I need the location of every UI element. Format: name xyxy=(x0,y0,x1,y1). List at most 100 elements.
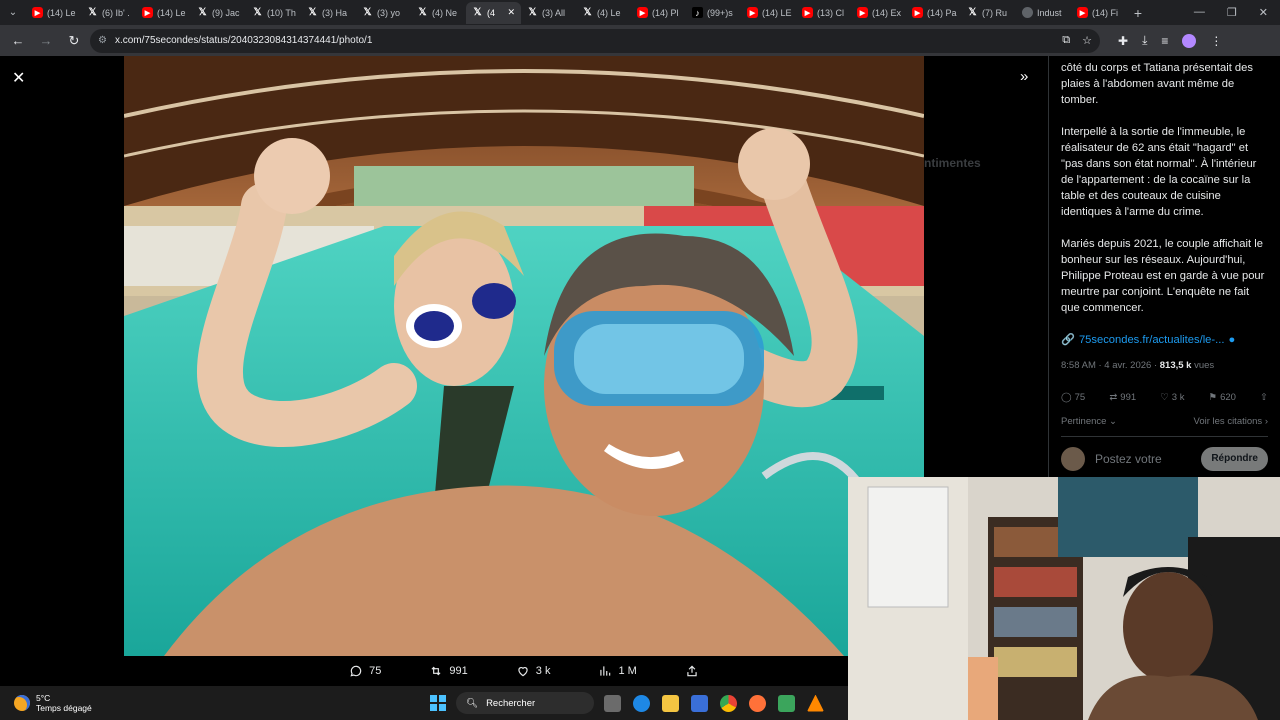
browser-tab[interactable]: 𝕏 (4) Le xyxy=(576,2,631,24)
tab-label: (14) Ex xyxy=(872,7,902,18)
ghost-heading: ntimentes xyxy=(924,156,981,170)
sort-label: Pertinence xyxy=(1061,416,1107,427)
youtube-icon: ▶ xyxy=(1077,7,1088,18)
browser-tab[interactable]: ▶ (14) Le xyxy=(136,2,191,24)
weather-temp: 5°C xyxy=(36,693,51,703)
browser-tab[interactable]: ▶ (14) Fi xyxy=(1071,2,1126,24)
browser-tab[interactable]: 𝕏 (3) All xyxy=(521,2,576,24)
like-action[interactable]: 3 k xyxy=(516,664,550,678)
close-window-icon[interactable]: ✕ xyxy=(1259,6,1268,19)
file-explorer-icon[interactable] xyxy=(662,694,679,712)
tab-label: (14) Fi xyxy=(1092,7,1119,18)
install-icon[interactable]: ⧉ xyxy=(1062,34,1070,47)
webcam-overlay xyxy=(848,477,1280,720)
reply-stat[interactable]: ◯ 75 xyxy=(1061,390,1085,406)
article-link[interactable]: 🔗 75secondes.fr/actualites/le-... ● xyxy=(1061,332,1268,348)
weather-icon xyxy=(14,695,30,711)
tab-label: (6) Ib' . xyxy=(102,7,130,18)
collapse-panel-icon[interactable]: » xyxy=(1020,68,1028,85)
youtube-icon: ▶ xyxy=(747,7,758,18)
tab-label: (7) Ru xyxy=(982,7,1008,18)
taskbar-search[interactable]: 🔍︎ Rechercher xyxy=(456,692,594,714)
forward-icon[interactable]: → xyxy=(34,29,58,53)
chrome-icon[interactable] xyxy=(720,694,737,712)
tiktok-icon: ♪ xyxy=(692,7,703,18)
vlc-icon[interactable] xyxy=(807,694,824,712)
tab-label: (9) Jac xyxy=(212,7,240,18)
like-stat[interactable]: ♡ 3 k xyxy=(1160,390,1184,406)
reload-icon[interactable]: ↻ xyxy=(62,29,86,53)
browser-tab[interactable]: ♪ (99+)s xyxy=(686,2,741,24)
views-count: 813,5 k xyxy=(1159,360,1192,371)
reply-composer: Postez votre Répondre xyxy=(1061,447,1268,471)
store-icon[interactable] xyxy=(691,694,708,712)
browser-tab[interactable]: 𝕏 (3) Ha xyxy=(301,2,356,24)
tweet-paragraph-3: Mariés depuis 2021, le couple affichait … xyxy=(1061,238,1265,314)
share-action[interactable] xyxy=(685,664,699,678)
edge-icon[interactable] xyxy=(633,694,650,712)
x-logo-icon: 𝕏 xyxy=(418,7,427,18)
browser-tab[interactable]: 𝕏 (6) Ib' . xyxy=(81,2,136,24)
reply-button[interactable]: Répondre xyxy=(1201,447,1268,471)
new-tab-button[interactable]: + xyxy=(1126,5,1150,21)
reply-action[interactable]: 75 xyxy=(349,664,381,678)
maximize-icon[interactable]: ❐ xyxy=(1227,6,1237,19)
x-logo-icon: 𝕏 xyxy=(583,7,592,18)
tab-search-icon[interactable]: ⌄ xyxy=(0,0,26,25)
x-logo-icon: 𝕏 xyxy=(253,7,262,18)
tab-label: (14) Le xyxy=(47,7,76,18)
share-icon[interactable]: ⇧ xyxy=(1260,390,1268,406)
tweet-meta: 8:58 AM · 4 avr. 2026 · 813,5 k vues xyxy=(1061,358,1268,374)
minimize-icon[interactable]: — xyxy=(1194,6,1205,19)
browser-tab[interactable]: ▶ (13) Cl xyxy=(796,2,851,24)
extensions-icon[interactable]: ✚ xyxy=(1118,34,1128,48)
back-icon[interactable]: ← xyxy=(6,29,30,53)
profile-avatar[interactable] xyxy=(1182,33,1197,48)
tweet-paragraph-1: côté du corps et Tatiana présentait des … xyxy=(1061,62,1253,106)
address-bar[interactable]: ⚙ x.com/75secondes/status/20403230843143… xyxy=(90,28,1100,53)
browser-tab[interactable]: 𝕏 (7) Ru xyxy=(961,2,1016,24)
firefox-icon[interactable] xyxy=(749,694,766,712)
sort-dropdown[interactable]: Pertinence ⌄ xyxy=(1061,414,1117,430)
browser-tab[interactable]: ▶ (14) Pl xyxy=(631,2,686,24)
tweet-timestamp[interactable]: 8:58 AM · 4 avr. 2026 · xyxy=(1061,360,1160,371)
windows-start-icon[interactable] xyxy=(430,695,446,711)
search-icon: 🔍︎ xyxy=(466,697,479,709)
bookmark-stat[interactable]: ⚑ 620 xyxy=(1209,390,1236,406)
browser-tab[interactable]: 𝕏 (4 ✕ xyxy=(466,1,521,24)
discord-icon[interactable] xyxy=(778,694,795,712)
browser-tab[interactable]: 𝕏 (3) yo xyxy=(356,2,411,24)
repost-action[interactable]: 991 xyxy=(429,664,468,678)
repost-icon: ⇄ xyxy=(1109,392,1118,403)
view-quotes-link[interactable]: Voir les citations › xyxy=(1194,414,1268,430)
browser-tab[interactable]: ▶ (14) Ex xyxy=(851,2,906,24)
download-icon[interactable]: ⤓ xyxy=(1142,33,1147,48)
browser-tab[interactable]: ▶ (14) Pa xyxy=(906,2,961,24)
tab-close-icon[interactable]: ✕ xyxy=(507,7,515,18)
url-text: x.com/75secondes/status/2040323084314374… xyxy=(114,35,373,46)
windows-taskbar: 5°C Temps dégagé 🔍︎ Rechercher xyxy=(0,686,848,720)
browser-tab[interactable]: 𝕏 (4) Ne xyxy=(411,2,466,24)
views-action[interactable]: 1 M xyxy=(598,664,637,678)
repost-stat[interactable]: ⇄ 991 xyxy=(1109,390,1136,406)
browser-tab[interactable]: ▶ (14) Le xyxy=(26,2,81,24)
media-icon[interactable]: ≡ xyxy=(1161,34,1168,48)
reply-input[interactable]: Postez votre xyxy=(1095,451,1162,467)
browser-tab[interactable]: ▶ (14) LE xyxy=(741,2,796,24)
weather-widget[interactable]: 5°C Temps dégagé xyxy=(0,693,430,713)
x-logo-icon: 𝕏 xyxy=(363,7,372,18)
tweet-photo[interactable] xyxy=(124,56,924,656)
bookmark-star-icon[interactable]: ☆ xyxy=(1082,34,1092,47)
site-info-icon[interactable]: ⚙ xyxy=(98,35,107,46)
share-icon xyxy=(687,665,697,677)
youtube-icon: ▶ xyxy=(802,7,813,18)
close-icon[interactable]: ✕ xyxy=(12,68,25,88)
repost-count: 991 xyxy=(449,665,468,677)
menu-icon[interactable]: ⋮ xyxy=(1210,34,1222,48)
browser-tab[interactable]: Indust xyxy=(1016,2,1071,24)
task-view-icon[interactable] xyxy=(604,694,621,712)
browser-tab[interactable]: 𝕏 (10) Th xyxy=(246,2,301,24)
browser-tab[interactable]: 𝕏 (9) Jac xyxy=(191,2,246,24)
reply-icon xyxy=(350,665,362,677)
x-logo-icon: 𝕏 xyxy=(968,7,977,18)
